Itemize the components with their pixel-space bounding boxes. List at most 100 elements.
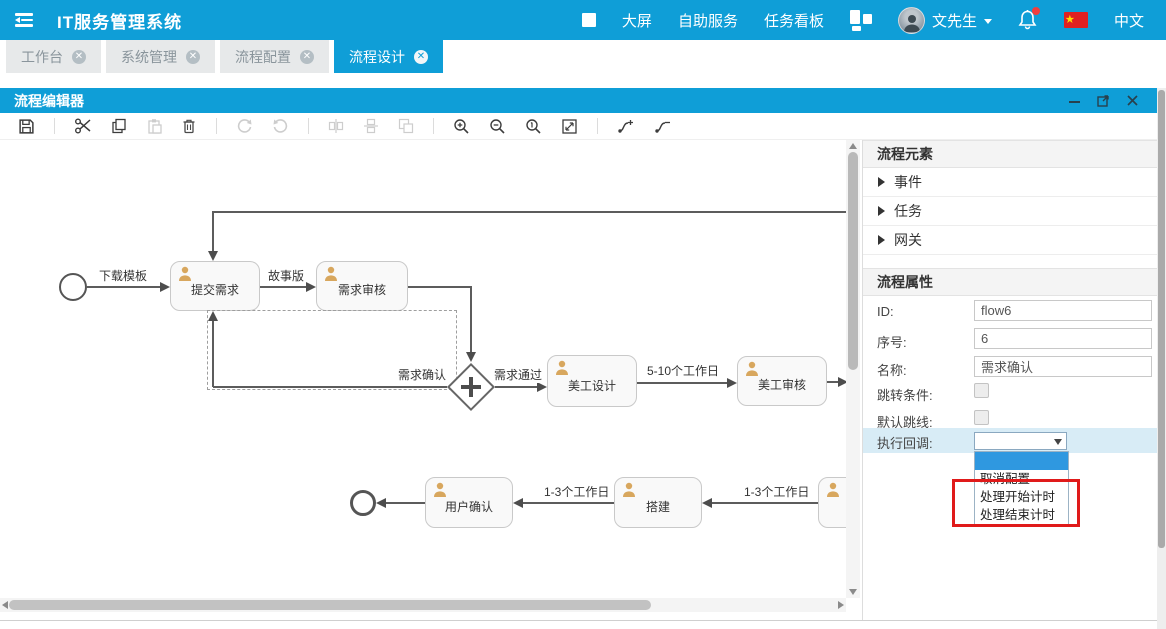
palette-group-task[interactable]: 任务 bbox=[863, 197, 1157, 226]
cut-icon[interactable] bbox=[74, 118, 92, 134]
notification-dot bbox=[1032, 7, 1040, 15]
page-scrollbar[interactable] bbox=[1157, 88, 1166, 629]
edge-label-1-3-days-right[interactable]: 1-3个工作日 bbox=[742, 483, 811, 500]
zoom-out-icon[interactable] bbox=[489, 118, 506, 135]
edge-top-feedback-v[interactable] bbox=[212, 211, 214, 252]
scroll-down-icon[interactable] bbox=[849, 589, 857, 595]
prop-callback-label: 执行回调: bbox=[877, 433, 933, 452]
maximize-icon[interactable] bbox=[1097, 94, 1110, 107]
palette-title: 流程元素 bbox=[863, 140, 1157, 168]
prop-seq-label: 序号: bbox=[877, 332, 907, 351]
bell-icon[interactable] bbox=[1018, 9, 1038, 31]
page-scroll-thumb[interactable] bbox=[1158, 90, 1165, 548]
node-art-review[interactable]: 美工审核 bbox=[737, 356, 827, 406]
edge-review-to-gateway-v[interactable] bbox=[470, 286, 472, 353]
node-art-design[interactable]: 美工设计 bbox=[547, 355, 637, 407]
edge-review-to-gateway[interactable] bbox=[408, 286, 472, 288]
select-caret-icon bbox=[1054, 439, 1062, 445]
zoom-reset-icon[interactable] bbox=[525, 118, 542, 135]
node-submit-request[interactable]: 提交需求 bbox=[170, 261, 260, 311]
user-menu[interactable]: 文先生 bbox=[898, 7, 992, 34]
canvas-vscrollbar[interactable] bbox=[846, 140, 860, 598]
person-icon bbox=[622, 482, 636, 497]
edge-label-download[interactable]: 下载模板 bbox=[97, 267, 149, 284]
tab-system-management[interactable]: 系统管理 ✕ bbox=[106, 40, 215, 73]
node-requirement-review[interactable]: 需求审核 bbox=[316, 261, 408, 311]
nav-self-service[interactable]: 自助服务 bbox=[678, 10, 738, 31]
node-build[interactable]: 搭建 bbox=[614, 477, 702, 528]
arrowhead bbox=[537, 382, 547, 392]
add-connection-icon[interactable] bbox=[617, 118, 635, 134]
prop-seq-input[interactable] bbox=[974, 328, 1152, 349]
tab-flow-design-close-icon[interactable]: ✕ bbox=[414, 50, 428, 64]
tab-flow-config[interactable]: 流程配置 ✕ bbox=[220, 40, 329, 73]
edge-label-confirm[interactable]: 需求确认 bbox=[396, 366, 448, 383]
prop-default-line-checkbox[interactable] bbox=[974, 410, 989, 425]
node-user-confirm[interactable]: 用户确认 bbox=[425, 477, 513, 528]
nav-big-screen[interactable]: 大屏 bbox=[622, 10, 652, 31]
edge-label-5-10-days[interactable]: 5-10个工作日 bbox=[645, 362, 721, 379]
copy-icon[interactable] bbox=[111, 118, 127, 134]
flow-canvas[interactable]: 下载模板 提交需求 故事版 需求审核 需求确认 bbox=[0, 140, 846, 598]
node-label: 美工设计 bbox=[548, 377, 636, 394]
canvas-hscrollbar[interactable] bbox=[0, 598, 846, 612]
tab-flow-config-close-icon[interactable]: ✕ bbox=[300, 50, 314, 64]
tab-system-close-icon[interactable]: ✕ bbox=[186, 50, 200, 64]
save-icon[interactable] bbox=[18, 118, 35, 135]
edge-label-1-3-days-left[interactable]: 1-3个工作日 bbox=[542, 483, 611, 500]
tab-flow-design[interactable]: 流程设计 ✕ bbox=[334, 40, 443, 73]
same-size-icon bbox=[398, 118, 414, 134]
edge-download[interactable] bbox=[87, 286, 161, 288]
prop-jump-condition-checkbox[interactable] bbox=[974, 383, 989, 398]
canvas-hscroll-thumb[interactable] bbox=[9, 600, 651, 610]
callback-option-cancel[interactable]: 取消配置 bbox=[975, 470, 1068, 488]
palette-group-event[interactable]: 事件 bbox=[863, 168, 1157, 197]
zoom-in-icon[interactable] bbox=[453, 118, 470, 135]
dashboard-icon[interactable] bbox=[850, 10, 872, 31]
app-header: IT服务管理系统 大屏 自助服务 任务看板 文先生 中文 bbox=[0, 0, 1166, 40]
tab-workbench-close-icon[interactable]: ✕ bbox=[72, 50, 86, 64]
end-event-circle[interactable] bbox=[350, 490, 376, 516]
node-label: 用户确认 bbox=[426, 498, 512, 515]
nav-task-board[interactable]: 任务看板 bbox=[764, 10, 824, 31]
edge-storyboard[interactable] bbox=[260, 286, 307, 288]
edge-1-3-days-left[interactable] bbox=[523, 502, 614, 504]
screen-icon[interactable] bbox=[582, 13, 596, 27]
edge-label-passed[interactable]: 需求通过 bbox=[492, 366, 544, 383]
prop-callback-select[interactable] bbox=[974, 432, 1067, 450]
prop-id-input[interactable] bbox=[974, 300, 1152, 321]
edge-top-feedback[interactable] bbox=[213, 211, 846, 213]
node-label: 提交需求 bbox=[171, 281, 259, 298]
align-vertical-icon bbox=[328, 118, 344, 134]
minimize-icon[interactable] bbox=[1068, 94, 1081, 107]
menu-toggle-icon[interactable] bbox=[15, 13, 35, 27]
callback-option-start-timing[interactable]: 处理开始计时 bbox=[975, 488, 1068, 506]
edge-confirm[interactable] bbox=[213, 386, 447, 388]
arrowhead bbox=[702, 498, 712, 508]
close-icon[interactable] bbox=[1126, 94, 1139, 107]
flag-icon[interactable] bbox=[1064, 12, 1088, 28]
scroll-left-icon[interactable] bbox=[2, 601, 8, 609]
scroll-right-icon[interactable] bbox=[838, 601, 844, 609]
edge-confirm-v[interactable] bbox=[212, 320, 214, 387]
canvas-vscroll-thumb[interactable] bbox=[848, 152, 858, 370]
arrowhead bbox=[160, 282, 170, 292]
fit-screen-icon[interactable] bbox=[561, 118, 578, 135]
edge-to-end[interactable] bbox=[386, 502, 425, 504]
node-clipped[interactable] bbox=[818, 477, 846, 528]
delete-icon[interactable] bbox=[181, 118, 197, 134]
edge-label-storyboard[interactable]: 故事版 bbox=[266, 267, 306, 284]
start-event-circle[interactable] bbox=[59, 273, 87, 301]
edge-5-10-days[interactable] bbox=[637, 382, 729, 384]
remove-connection-icon[interactable] bbox=[654, 118, 672, 134]
scroll-up-icon[interactable] bbox=[849, 143, 857, 149]
palette-group-gateway[interactable]: 网关 bbox=[863, 226, 1157, 255]
edge-1-3-days-right[interactable] bbox=[712, 502, 818, 504]
prop-name-input[interactable] bbox=[974, 356, 1152, 377]
language-switch[interactable]: 中文 bbox=[1114, 10, 1144, 31]
edge-passed[interactable] bbox=[495, 386, 539, 388]
callback-option-empty[interactable] bbox=[975, 452, 1068, 470]
tab-workbench[interactable]: 工作台 ✕ bbox=[6, 40, 101, 73]
callback-option-end-timing[interactable]: 处理结束计时 bbox=[975, 506, 1068, 524]
editor-title: 流程编辑器 bbox=[14, 91, 84, 111]
